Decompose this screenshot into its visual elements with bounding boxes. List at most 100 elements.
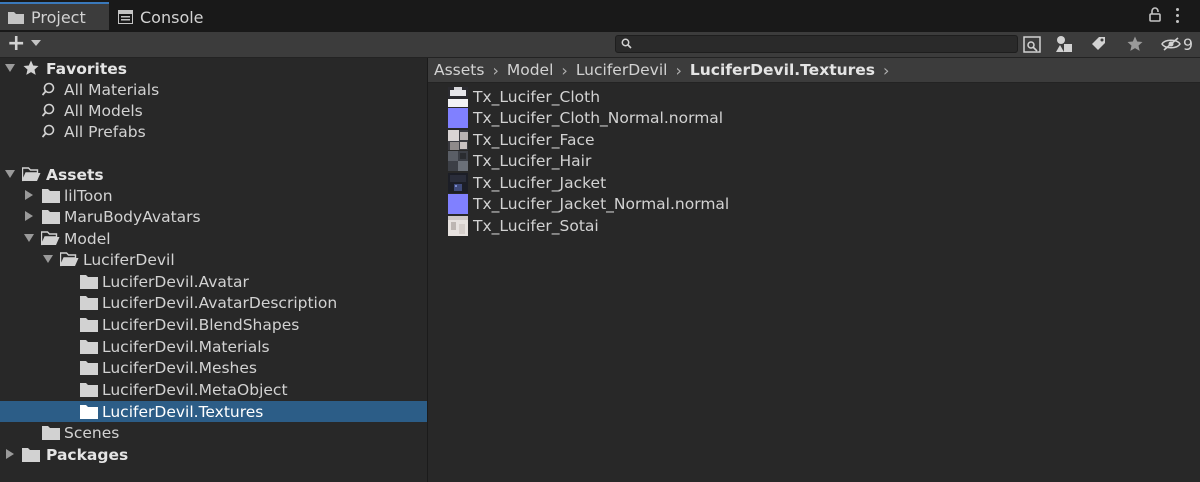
search-icon	[42, 103, 55, 117]
tree-item-packages[interactable]: Packages	[0, 444, 427, 465]
tree-item-label: Model	[64, 229, 111, 248]
window-tab-bar: Project Console	[0, 0, 1200, 32]
asset-list-panel: Assets › Model › LuciferDevil › LuciferD…	[428, 58, 1200, 482]
tree-item-marubodyavatars[interactable]: MaruBodyAvatars	[0, 206, 427, 227]
console-icon	[118, 10, 133, 24]
folder-icon	[42, 189, 60, 203]
tree-item-luciferdevil-meshes[interactable]: LuciferDevil.Meshes	[0, 357, 427, 378]
file-name: Tx_Lucifer_Face	[473, 130, 595, 149]
search-input[interactable]	[615, 35, 1018, 53]
tab-console-label: Console	[140, 7, 204, 27]
folder-icon	[42, 210, 60, 224]
eye-slash-icon	[1161, 37, 1181, 51]
folder-open-icon	[41, 231, 60, 246]
folder-icon	[80, 318, 98, 332]
tree-item-label: LuciferDevil.AvatarDescription	[102, 293, 338, 312]
list-item[interactable]: Tx_Lucifer_Cloth_Normal.normal	[448, 107, 723, 128]
shapes-icon	[1056, 36, 1072, 52]
breadcrumb-model[interactable]: Model	[507, 61, 554, 79]
tree-item-luciferdevil[interactable]: LuciferDevil	[0, 249, 427, 270]
favorite-button[interactable]	[1122, 33, 1148, 55]
chevron-down-icon[interactable]	[31, 40, 41, 46]
favorite-item-all-prefabs[interactable]: All Prefabs	[0, 121, 427, 142]
tree-item-label: Scenes	[64, 423, 120, 442]
tree-item-label: Favorites	[46, 59, 127, 78]
filter-by-label-button[interactable]	[1086, 33, 1112, 55]
filter-by-type-button[interactable]	[1052, 33, 1078, 55]
tree-item-label: LuciferDevil	[83, 250, 175, 269]
fold-arrow-icon[interactable]	[25, 211, 33, 221]
tree-item-label: Assets	[46, 165, 104, 184]
breadcrumb-luciferdevil[interactable]: LuciferDevil	[576, 61, 668, 79]
tree-item-luciferdevil-textures[interactable]: LuciferDevil.Textures	[0, 401, 427, 422]
file-name: Tx_Lucifer_Cloth	[473, 87, 601, 106]
normal-map-thumbnail-icon	[448, 107, 468, 128]
tree-item-label: LuciferDevil.BlendShapes	[102, 315, 300, 334]
fold-arrow-icon[interactable]	[43, 255, 53, 263]
filter-window-icon	[1023, 35, 1041, 53]
tree-item-scenes[interactable]: Scenes	[0, 422, 427, 443]
list-item[interactable]: Tx_Lucifer_Face	[448, 129, 595, 150]
tree-item-label: LuciferDevil.MetaObject	[102, 380, 288, 399]
tree-item-liltoon[interactable]: lilToon	[0, 185, 427, 206]
lock-icon[interactable]	[1149, 7, 1161, 22]
tree-item-luciferdevil-metaobject[interactable]: LuciferDevil.MetaObject	[0, 379, 427, 400]
folder-open-icon	[60, 252, 79, 267]
tree-item-favorites[interactable]: Favorites	[0, 58, 427, 79]
fold-arrow-icon[interactable]	[5, 170, 15, 178]
tree-item-luciferdevil-blendshapes[interactable]: LuciferDevil.BlendShapes	[0, 314, 427, 335]
tree-item-label: All Prefabs	[64, 122, 146, 141]
list-item[interactable]: Tx_Lucifer_Jacket	[448, 172, 606, 193]
list-item[interactable]: Tx_Lucifer_Cloth	[448, 86, 600, 107]
hidden-count: 9	[1182, 34, 1194, 54]
normal-map-thumbnail-icon	[448, 193, 468, 214]
tab-project-label: Project	[31, 7, 86, 27]
tree-item-label: Packages	[46, 445, 129, 464]
fold-arrow-icon[interactable]	[5, 64, 15, 72]
favorite-item-all-models[interactable]: All Models	[0, 100, 427, 121]
chevron-right-icon[interactable]: ›	[883, 61, 889, 80]
file-name: Tx_Lucifer_Jacket	[473, 173, 607, 192]
list-item[interactable]: Tx_Lucifer_Sotai	[448, 215, 599, 236]
star-icon	[23, 60, 39, 75]
search-by-type-button[interactable]	[1021, 33, 1043, 55]
create-button[interactable]: +	[7, 33, 25, 55]
tree-item-luciferdevil-avatardescription[interactable]: LuciferDevil.AvatarDescription	[0, 292, 427, 313]
breadcrumb-assets[interactable]: Assets	[434, 61, 484, 79]
folder-icon	[80, 361, 98, 375]
breadcrumb-current[interactable]: LuciferDevil.Textures	[690, 61, 875, 79]
folder-open-icon	[22, 167, 41, 182]
folder-icon	[80, 340, 98, 354]
chevron-right-icon: ›	[561, 60, 568, 80]
fold-arrow-icon[interactable]	[24, 234, 34, 242]
fold-arrow-icon[interactable]	[6, 449, 14, 459]
texture-thumbnail-icon	[448, 86, 468, 107]
file-name: Tx_Lucifer_Hair	[473, 151, 592, 170]
star-icon	[1127, 36, 1143, 51]
search-icon	[42, 82, 55, 96]
tree-item-model[interactable]: Model	[0, 228, 427, 249]
fold-arrow-icon[interactable]	[25, 190, 33, 200]
hidden-packages-button[interactable]: 9	[1158, 33, 1196, 55]
folder-icon	[80, 383, 98, 397]
tab-console[interactable]: Console	[118, 2, 204, 32]
texture-thumbnail-icon	[448, 129, 468, 150]
folder-icon	[8, 11, 24, 24]
file-name: Tx_Lucifer_Jacket_Normal.normal	[473, 194, 730, 213]
list-item[interactable]: Tx_Lucifer_Hair	[448, 150, 591, 171]
tree-item-label: All Materials	[64, 80, 160, 99]
tag-icon	[1092, 37, 1105, 50]
tree-item-assets[interactable]: Assets	[0, 164, 427, 185]
list-item[interactable]: Tx_Lucifer_Jacket_Normal.normal	[448, 193, 729, 214]
tree-item-luciferdevil-materials[interactable]: LuciferDevil.Materials	[0, 336, 427, 357]
file-name: Tx_Lucifer_Sotai	[473, 216, 599, 235]
tree-item-label: LuciferDevil.Meshes	[102, 358, 257, 377]
tab-project[interactable]: Project	[0, 2, 109, 30]
chevron-right-icon: ›	[675, 60, 682, 80]
search-icon	[42, 124, 55, 138]
tree-item-luciferdevil-avatar[interactable]: LuciferDevil.Avatar	[0, 271, 427, 292]
tree-item-label: MaruBodyAvatars	[64, 207, 201, 226]
favorite-item-all-materials[interactable]: All Materials	[0, 79, 427, 100]
more-options-icon[interactable]	[1176, 8, 1179, 26]
folder-icon	[42, 426, 60, 440]
